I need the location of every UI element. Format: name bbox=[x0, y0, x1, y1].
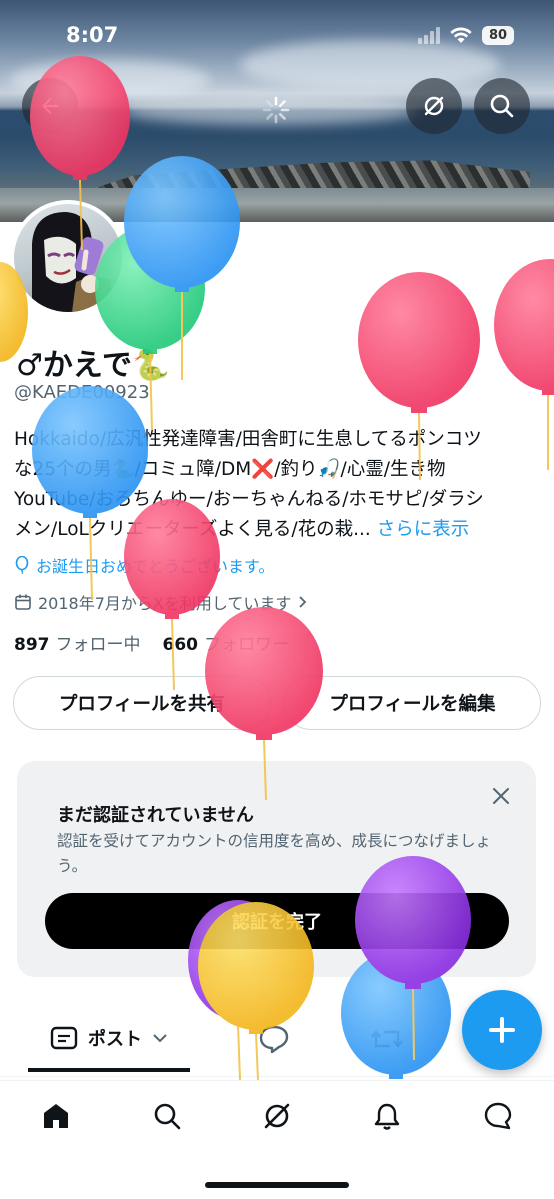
close-icon bbox=[493, 788, 509, 804]
home-icon bbox=[44, 1104, 68, 1128]
verification-card: まだ認証されていません 認証を受けてアカウントの信用度を高め、成長につなげましょ… bbox=[17, 761, 536, 977]
search-icon bbox=[154, 1103, 181, 1130]
calendar-icon bbox=[15, 594, 31, 610]
avatar[interactable] bbox=[10, 200, 126, 316]
birthday-text: お誕生日おめでとうございます。 bbox=[36, 557, 275, 576]
share-profile-button[interactable]: プロフィールを共有 bbox=[13, 676, 271, 730]
verification-title: まだ認証されていません bbox=[57, 805, 254, 826]
bio-line: Hokkaido/広汎性発達障害/田舎町に生息してるポンコツ bbox=[14, 429, 482, 450]
wifi-icon bbox=[450, 27, 472, 43]
followers-link[interactable]: 660 フォロワー bbox=[163, 630, 290, 655]
nav-messages[interactable] bbox=[481, 1099, 515, 1133]
edit-profile-button[interactable]: プロフィールを編集 bbox=[284, 676, 541, 730]
profile-name: ♂かえで🐍 bbox=[16, 348, 170, 383]
bottom-nav bbox=[0, 1080, 554, 1153]
retweet-icon bbox=[371, 1030, 403, 1048]
joined-text: 2018年7月からXを利用しています bbox=[38, 594, 292, 613]
joined-date[interactable]: 2018年7月からXを利用しています bbox=[14, 590, 309, 614]
loading-spinner-icon bbox=[262, 96, 290, 124]
nav-search[interactable] bbox=[150, 1099, 184, 1133]
reply-icon bbox=[259, 1025, 289, 1054]
nav-home[interactable] bbox=[39, 1099, 73, 1133]
following-count: 897 bbox=[14, 635, 50, 655]
balloon-icon bbox=[15, 556, 29, 574]
grok-button[interactable] bbox=[406, 78, 462, 134]
verification-description: 認証を受けてアカウントの信用度を高め、成長につなげましょう。 bbox=[57, 832, 492, 875]
plus-icon bbox=[489, 1017, 515, 1043]
tabs-divider bbox=[0, 1076, 554, 1077]
bell-icon bbox=[374, 1103, 400, 1130]
follow-stats: 897 フォロー中 660 フォロワー bbox=[14, 630, 289, 655]
complete-verification-button[interactable]: 認証を完了 bbox=[45, 893, 509, 949]
home-indicator bbox=[205, 1182, 349, 1188]
grok-icon bbox=[424, 96, 444, 116]
signal-icon bbox=[418, 27, 440, 44]
battery-indicator: 80 bbox=[482, 26, 514, 45]
back-button[interactable] bbox=[22, 78, 78, 134]
posts-icon bbox=[50, 1026, 78, 1050]
bio-line: YouTube/おろちんゆー/おーちゃんねる/ホモサピ/ダラシ bbox=[14, 489, 484, 510]
search-button[interactable] bbox=[474, 78, 530, 134]
status-indicators: 80 bbox=[418, 26, 514, 45]
bio-line: メン/LoLクリエーターズよく見る/花の栽... さらに表示 bbox=[14, 515, 542, 545]
chevron-right-icon bbox=[299, 596, 307, 608]
tab-replies[interactable] bbox=[258, 1024, 290, 1058]
grok-icon bbox=[264, 1103, 290, 1129]
messages-icon bbox=[484, 1102, 512, 1130]
status-time: 8:07 bbox=[66, 23, 119, 47]
search-icon bbox=[490, 94, 514, 118]
followers-label: フォロワー bbox=[204, 635, 289, 655]
close-button[interactable] bbox=[488, 783, 514, 809]
nav-notifications[interactable] bbox=[370, 1099, 404, 1133]
show-more-link[interactable]: さらに表示 bbox=[377, 519, 470, 540]
tab-posts-label: ポスト bbox=[88, 1029, 142, 1050]
profile-bio: Hokkaido/広汎性発達障害/田舎町に生息してるポンコツ な25个の男🐍/コ… bbox=[14, 425, 542, 545]
followers-count: 660 bbox=[162, 635, 199, 655]
tab-posts[interactable]: ポスト bbox=[28, 1008, 190, 1072]
bio-line-text: メン/LoLクリエーターズよく見る/花の栽... bbox=[14, 519, 371, 540]
tab-reposts[interactable] bbox=[370, 1024, 404, 1058]
profile-handle: @KAEDE00923 bbox=[14, 382, 150, 403]
bio-line: な25个の男🐍/コミュ障/DM❌/釣り🎣/心霊/生き物 bbox=[14, 459, 446, 480]
compose-post-button[interactable] bbox=[462, 990, 542, 1070]
avatar-image bbox=[14, 204, 122, 312]
following-link[interactable]: 897 フォロー中 bbox=[14, 630, 141, 655]
birthday-banner: お誕生日おめでとうございます。 bbox=[14, 553, 274, 577]
nav-grok[interactable] bbox=[260, 1099, 294, 1133]
following-label: フォロー中 bbox=[55, 635, 141, 655]
back-arrow-icon bbox=[42, 98, 58, 114]
chevron-down-icon bbox=[153, 1034, 167, 1043]
